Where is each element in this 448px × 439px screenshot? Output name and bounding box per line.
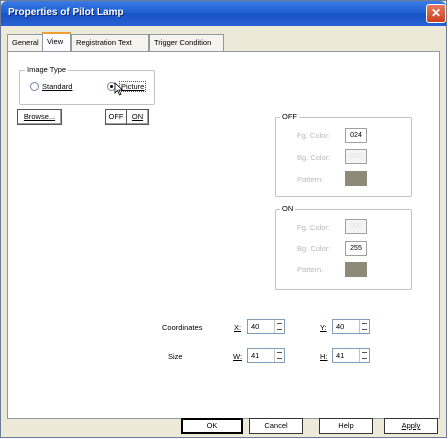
dialog-title: Properties of Pilot Lamp [8,7,124,18]
browse-button-label: Browse... [23,112,56,121]
close-icon: ✕ [430,6,442,20]
tab-trigger-condition[interactable]: Trigger Condition [149,34,224,51]
off-bg-color-label: Bg. Color: [297,153,331,162]
properties-dialog: Properties of Pilot Lamp ✕ General View … [0,0,447,438]
view-tab-panel: Image Type Standard Picture Browse... OF… [7,51,440,419]
width-spinner-arrows-icon[interactable] [274,349,284,362]
tab-general[interactable]: General [7,34,43,51]
on-bg-color-label: Bg. Color: [297,244,331,253]
cancel-button[interactable]: Cancel [249,418,303,434]
help-button[interactable]: Help [319,418,373,434]
coordinates-label: Coordinates [162,323,203,332]
tab-registration-text[interactable]: Registration Text [71,34,149,51]
off-bg-color-value: 000 [350,153,362,160]
y-coordinate-value: 40 [336,322,345,331]
x-spinner-arrows-icon[interactable] [274,320,284,333]
on-fg-color-label: Fg. Color: [297,223,330,232]
height-spinner[interactable]: 41 [332,348,370,363]
close-button[interactable]: ✕ [426,4,446,23]
y-spinner-arrows-icon[interactable] [359,320,369,333]
height-label: H: [320,352,328,361]
on-fg-color-box[interactable]: 000 [345,219,367,234]
off-fg-color-box[interactable]: 024 [345,128,367,143]
standard-radio-label[interactable]: Standard [42,82,72,91]
height-spinner-arrows-icon[interactable] [359,349,369,362]
on-bg-color-box[interactable]: 255 [345,241,367,256]
tab-view[interactable]: View [42,32,71,51]
title-bar[interactable]: Properties of Pilot Lamp ✕ [1,1,446,26]
browse-button[interactable]: Browse... [17,109,62,125]
off-bg-color-box[interactable]: 000 [345,149,367,164]
x-coordinate-value: 40 [251,322,260,331]
x-coordinate-spinner[interactable]: 40 [247,319,285,334]
ok-button[interactable]: OK [181,418,243,434]
on-pattern-label: Pattern: [297,265,324,274]
width-label: W: [233,352,243,361]
off-group-label: OFF [280,112,299,122]
on-state-button[interactable]: ON [127,110,148,124]
off-pattern-swatch[interactable] [345,171,367,186]
x-coordinate-label: X: [234,323,242,332]
mouse-cursor-icon [114,82,124,96]
off-color-group [275,117,412,197]
on-color-group [275,209,412,290]
width-value: 41 [251,351,260,360]
off-fg-color-label: Fg. Color: [297,131,330,140]
height-value: 41 [336,351,345,360]
y-coordinate-spinner[interactable]: 40 [332,319,370,334]
on-bg-color-value: 255 [350,245,362,252]
off-pattern-label: Pattern: [297,175,324,184]
on-fg-color-value: 000 [350,223,362,230]
standard-radio[interactable] [30,82,39,91]
state-toggle: OFF ON [105,109,149,125]
off-fg-color-value: 024 [350,132,362,139]
apply-button[interactable]: Apply [384,418,438,434]
off-state-button[interactable]: OFF [106,110,127,124]
y-coordinate-label: Y: [320,323,327,332]
width-spinner[interactable]: 41 [247,348,285,363]
image-type-group-label: Image Type [25,65,69,75]
on-pattern-swatch[interactable] [345,262,367,277]
size-label: Size [168,352,183,361]
on-group-label: ON [280,204,296,214]
